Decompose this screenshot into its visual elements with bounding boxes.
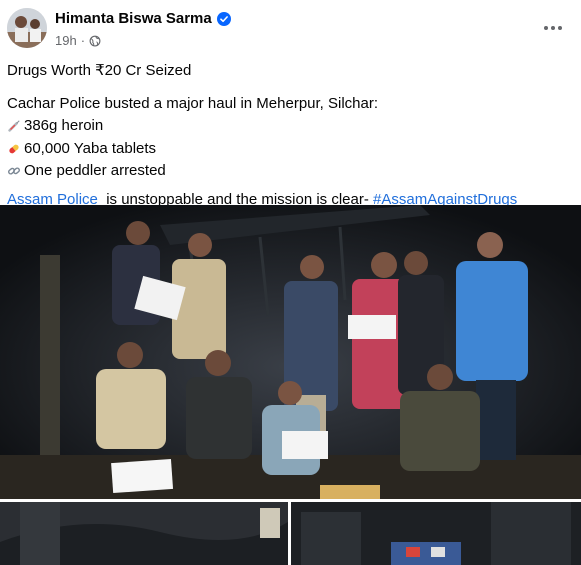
photo-illustration (291, 502, 581, 565)
post-photo-secondary[interactable] (0, 502, 288, 565)
meta-separator: · (80, 33, 86, 48)
post-photo-main[interactable] (0, 205, 581, 499)
post-header: Himanta Biswa Sarma 19h · (0, 0, 581, 62)
list-item-text: One peddler arrested (24, 162, 166, 179)
list-item: One peddler arrested (7, 160, 567, 183)
list-item-text: 386g heroin (24, 117, 104, 134)
list-item-text: 60,000 Yaba tablets (24, 139, 157, 157)
author-name[interactable]: Himanta Biswa Sarma (55, 10, 212, 27)
post-headline: Drugs Worth ₹20 Cr Seized (7, 62, 192, 79)
photo-illustration (0, 502, 288, 565)
photo-illustration (0, 205, 581, 499)
post-photo-tertiary[interactable] (291, 502, 581, 565)
post-body-line: Cachar Police busted a major haul in Meh… (7, 94, 379, 112)
post-text: Drugs Worth ₹20 Cr Seized Cachar Police … (7, 60, 567, 211)
globe-icon (89, 35, 101, 46)
link-icon (7, 167, 21, 175)
avatar[interactable] (7, 8, 47, 48)
post-time[interactable]: 19h (55, 33, 77, 48)
pill-icon (9, 144, 19, 154)
verified-badge-icon (216, 11, 231, 26)
ellipsis-icon (544, 26, 562, 30)
list-item: 386g heroin (7, 115, 567, 138)
syringe-icon (8, 120, 20, 132)
list-item: 60,000 Yaba tablets (7, 138, 567, 161)
more-options-button[interactable] (541, 16, 565, 40)
